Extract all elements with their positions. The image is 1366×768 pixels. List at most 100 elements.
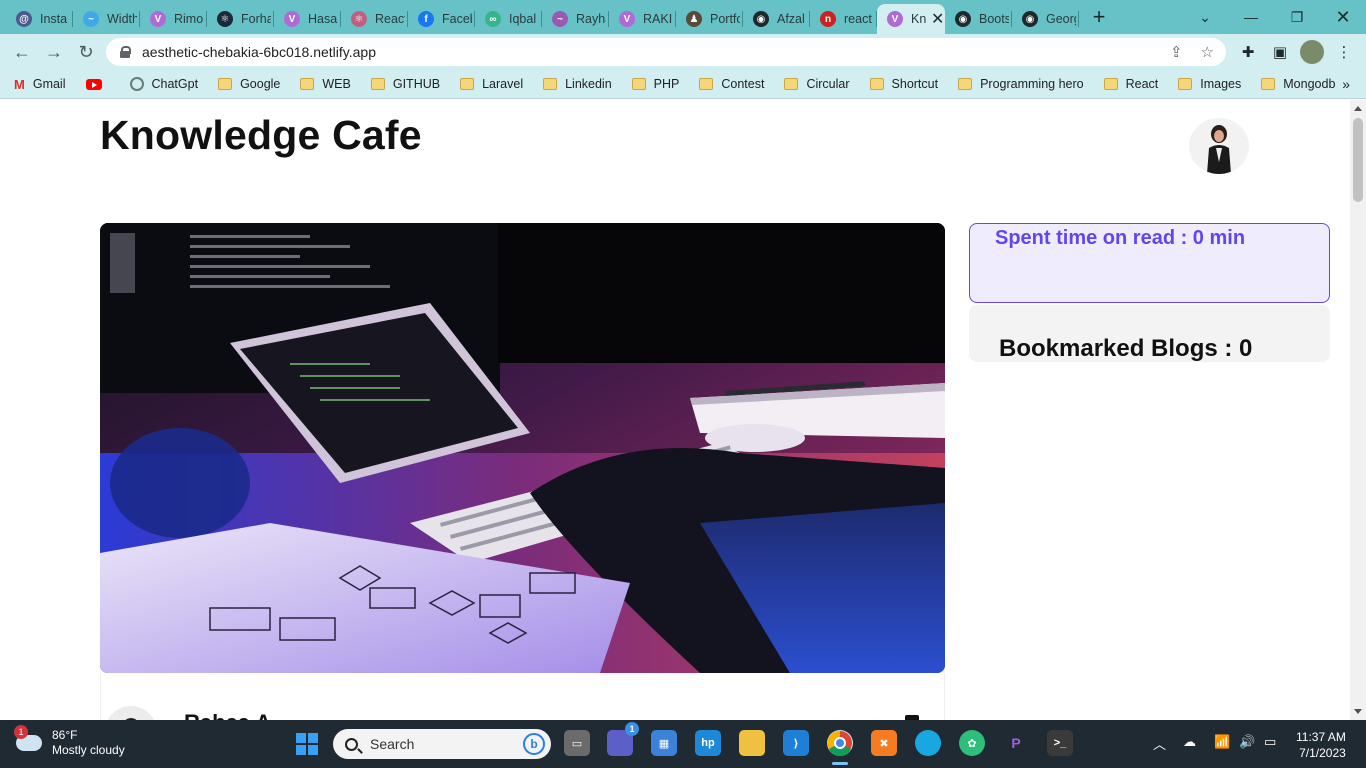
tab-title: Georg <box>1046 12 1076 26</box>
scroll-down-icon[interactable] <box>1354 709 1362 714</box>
tab-title: Width <box>107 12 137 26</box>
profile-avatar[interactable] <box>1300 40 1324 64</box>
forward-icon[interactable]: → <box>38 36 70 68</box>
file-explorer-icon[interactable] <box>739 730 765 756</box>
edge-icon[interactable] <box>915 730 941 756</box>
menu-kebab-icon[interactable]: ⋮ <box>1332 40 1356 64</box>
page-viewport: Knowledge Cafe Spent time on read: 0 mi… <box>0 100 1350 720</box>
reload-icon[interactable]: ↻ <box>70 36 102 68</box>
bookmark-item[interactable]: Mongodb <box>1261 77 1335 91</box>
bookmarks-bar: M Gmail ChatGpt Google WEB GITHUB Laravel Linke… <box>0 70 1366 99</box>
bookmark-item[interactable]: Circular <box>784 77 850 91</box>
browser-tab[interactable]: ∞ Iqbal <box>475 5 542 33</box>
close-tab-icon[interactable]: ✕ <box>931 9 944 29</box>
bookmark-label: Circular <box>806 77 850 91</box>
terminal-icon[interactable]: >_ <box>1047 730 1073 756</box>
folder-icon <box>699 78 714 90</box>
tab-title: Rimo <box>174 12 204 26</box>
bookmark-item[interactable] <box>85 78 110 90</box>
tray-chevron-icon[interactable]: ︿ <box>1153 734 1166 753</box>
new-tab-icon[interactable]: + <box>1079 0 1119 34</box>
bookmark-item[interactable]: Programming hero <box>958 77 1084 91</box>
bookmark-star-icon[interactable]: ☆ <box>1201 43 1214 61</box>
start-button[interactable] <box>296 733 318 755</box>
bookmark-label: Gmail <box>32 77 66 91</box>
store-icon[interactable]: ▦ <box>651 730 677 756</box>
browser-tab[interactable]: ⚛ React <box>341 5 408 33</box>
weather-widget[interactable]: 1 86°F Mostly cloudy <box>14 725 125 758</box>
bing-icon[interactable]: b <box>523 733 545 755</box>
scroll-up-icon[interactable] <box>1354 106 1362 111</box>
back-icon[interactable]: ← <box>6 36 38 68</box>
xampp-icon[interactable]: ✖ <box>871 730 897 756</box>
app-icon[interactable]: P <box>1003 730 1029 756</box>
browser-tab[interactable]: V Hasan <box>274 5 341 33</box>
bookmark-item[interactable]: Images <box>1178 77 1241 91</box>
restore-icon[interactable]: ❐ <box>1274 0 1320 34</box>
bookmark-item[interactable]: Linkedin <box>543 77 612 91</box>
browser-tab[interactable]: ⚛ Forha <box>207 5 274 33</box>
extensions-icon[interactable]: ✚ <box>1236 40 1260 64</box>
folder-icon <box>631 78 646 90</box>
bookmark-item[interactable]: Google <box>218 77 280 91</box>
blog-cover-image[interactable] <box>100 223 945 673</box>
tab-strip: @ Insta ~ Width V Rimo ⚛ Forha V Hasan ⚛ Reactf Face… <box>0 0 1366 34</box>
browser-tab[interactable]: ~ Width <box>73 5 140 33</box>
wifi-icon[interactable]: 📶 <box>1214 734 1230 750</box>
tab-search-icon[interactable]: ⌄ <box>1182 0 1228 34</box>
bookmark-item[interactable]: Shortcut <box>869 77 938 91</box>
bookmark-label: Images <box>1200 77 1242 91</box>
tab-title: Faceb <box>442 12 472 26</box>
lock-icon[interactable] <box>120 46 131 58</box>
tab-title: React <box>375 12 405 26</box>
volume-icon[interactable]: 🔊 <box>1239 734 1255 750</box>
bookmark-item[interactable]: Contest <box>699 77 764 91</box>
site-title: Knowledge Cafe <box>100 112 422 158</box>
bookmark-item[interactable]: ChatGpt <box>129 77 198 91</box>
bookmark-item[interactable]: GITHUB <box>370 77 441 91</box>
more-bookmarks-icon[interactable]: » <box>1342 76 1350 92</box>
chrome-icon[interactable] <box>827 730 853 765</box>
bookmark-label: GITHUB <box>392 77 441 91</box>
browser-tab[interactable]: V RAKI <box>609 5 676 33</box>
onedrive-icon[interactable]: ☁ <box>1183 734 1196 750</box>
browser-tab[interactable]: @ Insta <box>6 5 73 33</box>
folder-icon <box>1103 78 1118 90</box>
browser-tab[interactable]: ♟ Portfo <box>676 5 743 33</box>
taskbar-search[interactable]: Search b <box>333 729 551 759</box>
scroll-thumb[interactable] <box>1353 118 1363 202</box>
browser-tab[interactable]: n react <box>810 5 877 33</box>
tab-active[interactable]: V Kn ✕ <box>877 4 945 34</box>
bookmarked-blogs-card: Bookmarked Blogs : 0 <box>969 305 1330 362</box>
tab-favicon-icon: ∞ <box>485 11 501 27</box>
chatgpt-app-icon[interactable]: ✿ <box>959 730 985 756</box>
taskbar-clock[interactable]: 11:37 AM 7/1/2023 <box>1296 729 1346 761</box>
bookmark-item[interactable]: React <box>1103 77 1158 91</box>
hp-icon[interactable]: hp <box>695 730 721 756</box>
minimize-icon[interactable]: — <box>1228 0 1274 34</box>
battery-icon[interactable]: ▭ <box>1264 734 1276 750</box>
vscode-icon[interactable]: ⟩ <box>783 730 809 756</box>
side-panel-icon[interactable]: ▣ <box>1268 40 1292 64</box>
address-bar[interactable]: aesthetic-chebakia-6bc018.netlify.app ⇪ … <box>106 38 1226 66</box>
browser-tab[interactable]: ~ Rayha <box>542 5 609 33</box>
bookmark-item[interactable]: M Gmail <box>14 77 66 92</box>
close-window-icon[interactable]: ✕ <box>1320 0 1366 34</box>
spent-time-card: Spent time on read : 0 min <box>969 223 1330 303</box>
weather-badge: 1 <box>14 725 28 739</box>
browser-tab[interactable]: f Faceb <box>408 5 475 33</box>
tab-title: react <box>844 12 872 26</box>
page-scrollbar[interactable] <box>1350 100 1366 720</box>
bookmark-item[interactable]: WEB <box>300 77 351 91</box>
browser-tab[interactable]: ◉ Afzal <box>743 5 810 33</box>
browser-tab[interactable]: ◉ Boots <box>945 5 1012 33</box>
task-view-icon[interactable]: ▭ <box>564 730 590 756</box>
bookmark-label: Programming hero <box>980 77 1084 91</box>
browser-tab[interactable]: V Rimo <box>140 5 207 33</box>
tab-favicon-icon: @ <box>16 11 32 27</box>
bookmark-item[interactable]: PHP <box>631 77 679 91</box>
bookmark-item[interactable]: Laravel <box>460 77 523 91</box>
browser-tab[interactable]: ◉ Georg <box>1012 5 1079 33</box>
chat-icon[interactable]: 1 <box>607 722 639 756</box>
share-icon[interactable]: ⇪ <box>1170 43 1183 61</box>
